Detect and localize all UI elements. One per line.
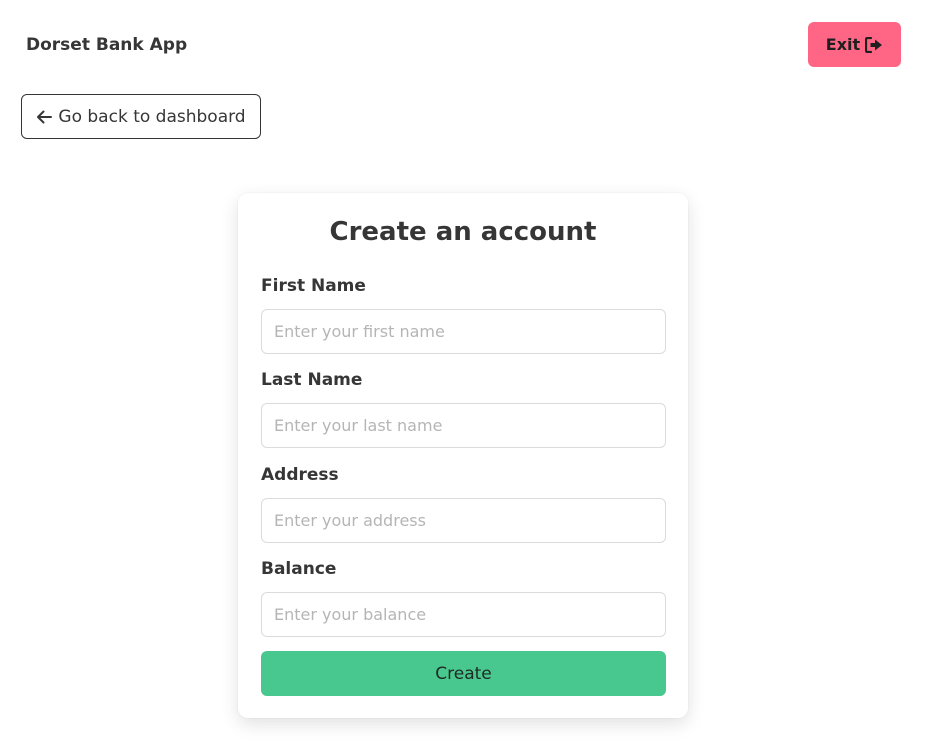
arrow-left-icon	[36, 110, 53, 124]
last-name-input[interactable]	[261, 403, 666, 448]
balance-label: Balance	[261, 559, 337, 579]
brand-title[interactable]: Dorset Bank App	[26, 34, 187, 56]
create-account-card: Create an account First Name Last Name A…	[238, 193, 688, 718]
address-input[interactable]	[261, 498, 666, 543]
first-name-label: First Name	[261, 276, 366, 296]
exit-button-label: Exit	[825, 35, 861, 54]
sign-out-icon	[865, 36, 883, 53]
create-button[interactable]: Create	[261, 651, 666, 696]
back-to-dashboard-button[interactable]: Go back to dashboard	[21, 94, 261, 139]
balance-input[interactable]	[261, 592, 666, 637]
navbar: Dorset Bank App Exit	[0, 0, 926, 90]
exit-button[interactable]: Exit	[808, 22, 901, 67]
last-name-label: Last Name	[261, 370, 363, 390]
form-title: Create an account	[329, 217, 597, 247]
first-name-input[interactable]	[261, 309, 666, 354]
address-label: Address	[261, 465, 339, 485]
back-button-label: Go back to dashboard	[58, 106, 246, 127]
